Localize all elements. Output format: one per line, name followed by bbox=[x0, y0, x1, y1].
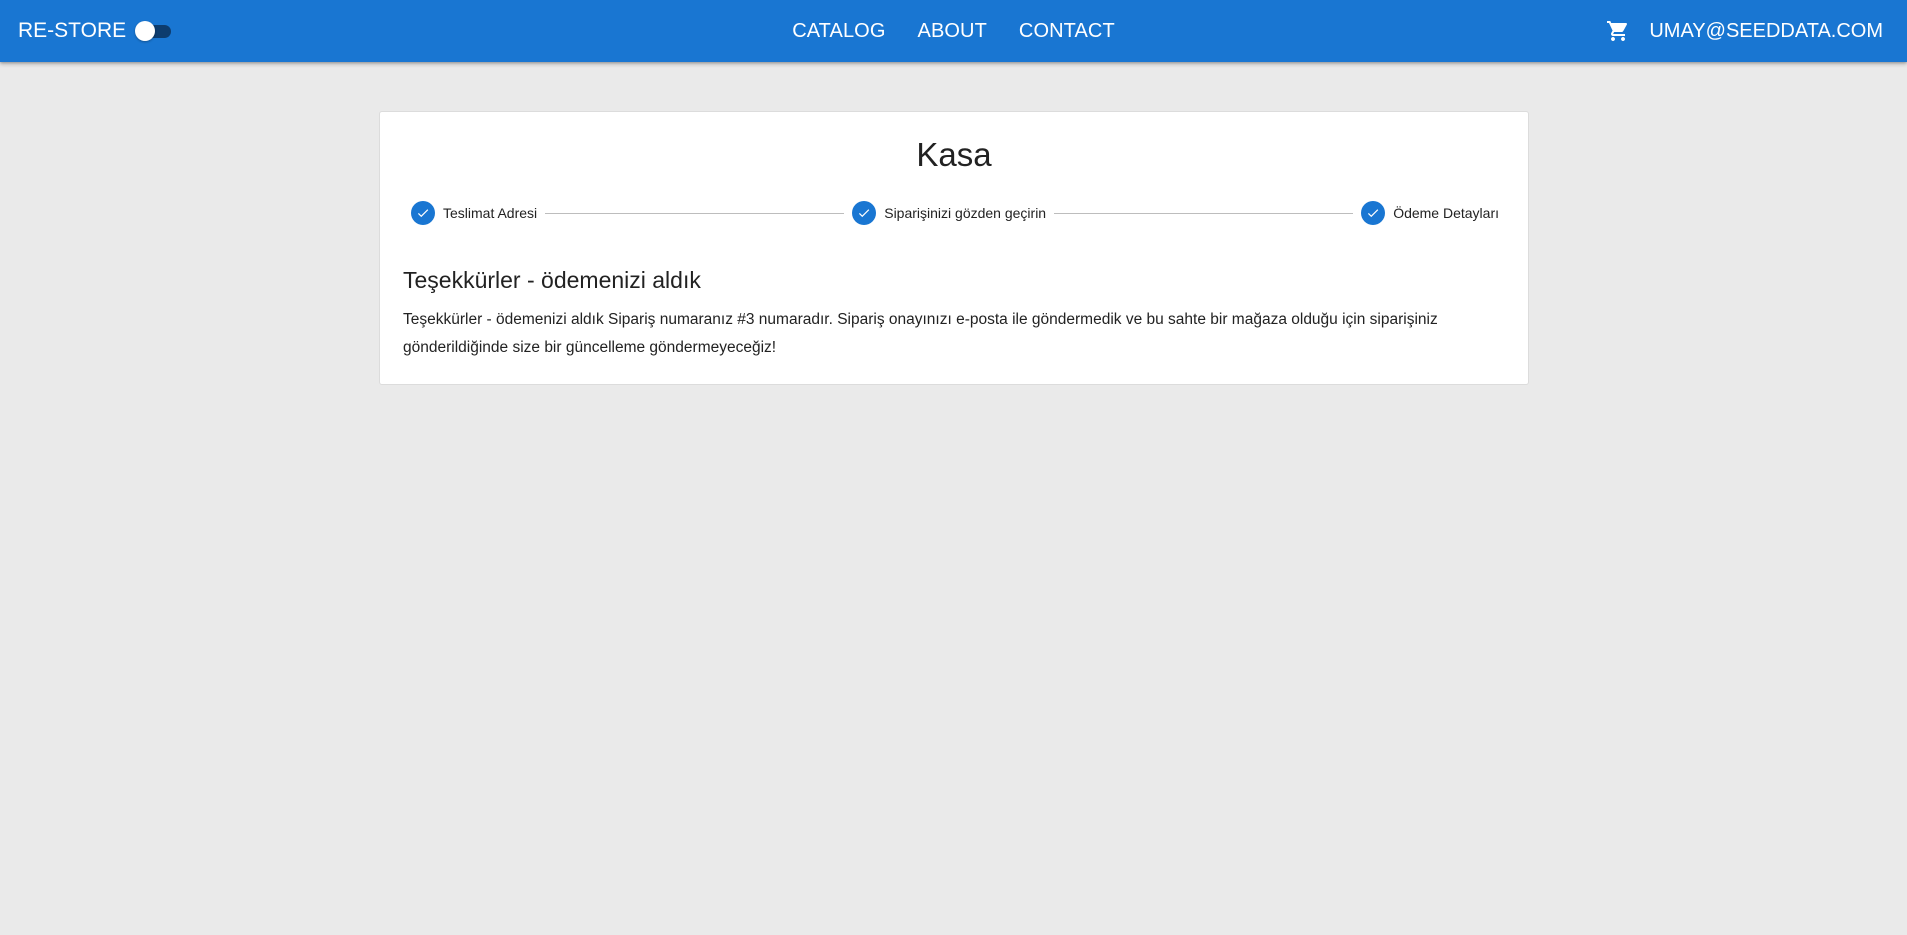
step-label: Siparişinizi gözden geçirin bbox=[884, 205, 1047, 221]
nav-link-about[interactable]: ABOUT bbox=[918, 20, 987, 43]
header-right: UMAY@SEEDDATA.COM bbox=[1605, 0, 1883, 62]
user-menu-button[interactable]: UMAY@SEEDDATA.COM bbox=[1649, 20, 1883, 43]
app-bar: RE-STORE CATALOG ABOUT CONTACT UMAY@SEED… bbox=[0, 0, 1907, 62]
brand-title[interactable]: RE-STORE bbox=[18, 19, 126, 43]
check-circle-icon bbox=[1361, 201, 1386, 225]
step-connector bbox=[545, 212, 845, 214]
step-label: Teslimat Adresi bbox=[443, 205, 538, 221]
step-label: Ödeme Detayları bbox=[1393, 205, 1500, 221]
page-title: Kasa bbox=[916, 136, 992, 173]
step-review-order: Siparişinizi gözden geçirin bbox=[852, 201, 1046, 225]
step-connector bbox=[1054, 212, 1354, 214]
brand: RE-STORE bbox=[18, 0, 173, 62]
checkout-card: Kasa Teslimat Adresi Siparişinizi gözden… bbox=[379, 111, 1529, 385]
toggle-thumb bbox=[135, 21, 156, 41]
confirmation-title: Teşekkürler - ödemenizi aldık bbox=[403, 267, 701, 293]
step-shipping-address: Teslimat Adresi bbox=[411, 201, 537, 225]
nav-link-contact[interactable]: CONTACT bbox=[1019, 20, 1115, 43]
theme-toggle-switch[interactable] bbox=[135, 20, 173, 42]
shopping-cart-icon bbox=[1607, 21, 1628, 41]
checkout-stepper: Teslimat Adresi Siparişinizi gözden geçi… bbox=[411, 200, 1499, 226]
cart-button[interactable] bbox=[1605, 18, 1631, 44]
check-circle-icon bbox=[411, 201, 435, 225]
step-payment-details: Ödeme Detayları bbox=[1361, 201, 1499, 225]
confirmation-message: Teşekkürler - ödemenizi aldık Sipariş nu… bbox=[403, 311, 1438, 356]
check-circle-icon bbox=[852, 201, 877, 225]
nav-link-catalog[interactable]: CATALOG bbox=[792, 20, 885, 43]
